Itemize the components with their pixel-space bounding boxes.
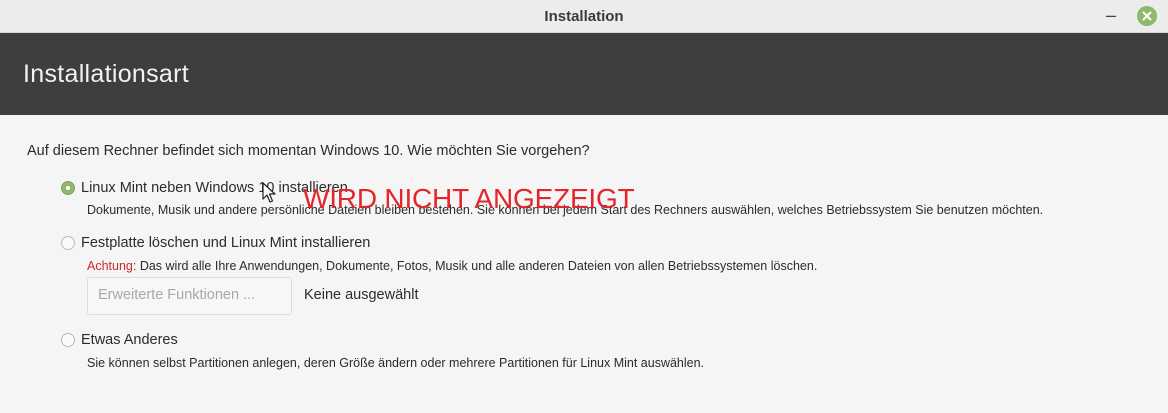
radio-install-alongside[interactable] — [61, 181, 75, 195]
close-icon — [1142, 11, 1152, 21]
mouse-cursor-icon — [262, 182, 276, 203]
warning-label: Achtung: — [87, 259, 137, 273]
option-label-something-else[interactable]: Etwas Anderes — [81, 332, 178, 348]
radio-erase-disk[interactable] — [61, 236, 75, 250]
radio-something-else[interactable] — [61, 333, 75, 347]
close-button[interactable] — [1137, 6, 1157, 26]
overlay-annotation: WIRD NICHT ANGEZEIGT — [303, 183, 635, 214]
option-description-something-else: Sie können selbst Partitionen anlegen, d… — [87, 356, 705, 370]
advanced-features-value: Keine ausgewählt — [304, 287, 419, 303]
installation-question: Auf diesem Rechner befindet sich momenta… — [27, 143, 590, 159]
advanced-features-button[interactable]: Erweiterte Funktionen ... — [87, 277, 292, 315]
page-header: Installationsart — [0, 33, 1168, 115]
option-description-erase-disk: Achtung: Das wird alle Ihre Anwendungen,… — [87, 259, 817, 273]
minimize-button[interactable]: – — [1102, 5, 1120, 27]
title-bar: Installation – — [0, 0, 1168, 33]
window-title: Installation — [544, 8, 624, 25]
warning-text: Das wird alle Ihre Anwendungen, Dokument… — [139, 259, 818, 273]
option-label-erase-disk[interactable]: Festplatte löschen und Linux Mint instal… — [81, 235, 370, 251]
page-title: Installationsart — [23, 60, 189, 88]
